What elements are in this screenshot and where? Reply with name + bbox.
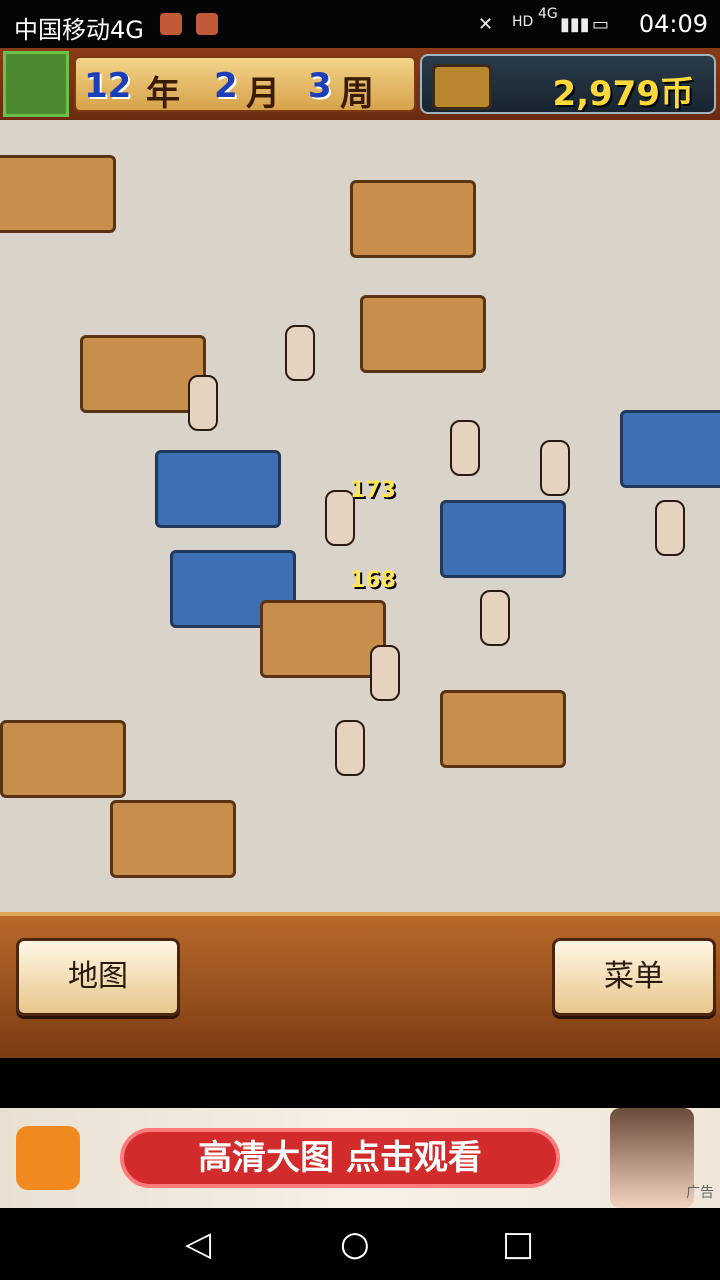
villager[interactable] — [285, 325, 315, 381]
menu-button[interactable]: 菜单 — [552, 938, 716, 1016]
top-hud: 12 年 2 月 3 周 2,979币 — [0, 48, 720, 120]
house[interactable] — [440, 690, 566, 768]
network-type: 4G — [538, 6, 558, 22]
house[interactable] — [350, 180, 476, 258]
treasure-chest-icon — [432, 64, 492, 110]
ad-image[interactable] — [610, 1108, 694, 1208]
villager[interactable] — [480, 590, 510, 646]
week-value: 3 — [308, 66, 332, 106]
snowman-icon[interactable] — [3, 51, 69, 117]
villager[interactable] — [450, 420, 480, 476]
map-button[interactable]: 地图 — [16, 938, 180, 1016]
carrier-label: 中国移动4G — [14, 16, 144, 44]
house[interactable] — [110, 800, 236, 878]
house[interactable] — [260, 600, 386, 678]
year-value: 12 — [84, 66, 132, 106]
bottom-panel: 地图 菜单 — [0, 912, 720, 1062]
house[interactable] — [0, 720, 126, 798]
ad-banner[interactable]: 高清大图 点击观看 广告 — [0, 1108, 720, 1208]
android-nav-bar: ◁ ○ □ — [0, 1208, 720, 1280]
hd-icon: HD — [512, 14, 534, 30]
coin-value-label: 173 — [350, 478, 396, 503]
spacer — [0, 1058, 720, 1108]
year-unit: 年 — [146, 74, 180, 114]
villager[interactable] — [655, 500, 685, 556]
ad-tag: 广告 — [686, 1185, 714, 1201]
villager[interactable] — [188, 375, 218, 431]
coin-value-label: 168 — [350, 568, 396, 593]
month-value: 2 — [214, 66, 238, 106]
date-panel: 12 年 2 月 3 周 — [74, 56, 416, 114]
recent-apps-icon[interactable]: □ — [502, 1224, 534, 1264]
house[interactable] — [0, 155, 116, 233]
ad-banner-text[interactable]: 高清大图 点击观看 — [120, 1128, 560, 1188]
blue-roof-house[interactable] — [440, 500, 566, 578]
clock: 04:09 — [638, 10, 708, 38]
uc-browser-logo-icon[interactable] — [16, 1126, 80, 1190]
notification-icon — [196, 13, 218, 35]
signal-icon: ▮▮▮ — [560, 14, 590, 35]
money-amount: 2,979币 — [552, 74, 694, 114]
villager[interactable] — [370, 645, 400, 701]
home-icon[interactable]: ○ — [340, 1224, 370, 1264]
house[interactable] — [360, 295, 486, 373]
money-panel: 2,979币 — [420, 54, 716, 114]
mute-icon: ✕ — [478, 14, 494, 35]
villager[interactable] — [335, 720, 365, 776]
notification-icon — [160, 13, 182, 35]
month-unit: 月 — [246, 74, 280, 114]
game-map[interactable]: 173 168 — [0, 120, 720, 912]
back-icon[interactable]: ◁ — [185, 1224, 211, 1264]
status-bar: 中国移动4G ✕ HD 4G ▮▮▮ ▭ 04:09 — [0, 0, 720, 48]
villager[interactable] — [540, 440, 570, 496]
week-unit: 周 — [340, 74, 374, 114]
blue-roof-house[interactable] — [155, 450, 281, 528]
blue-roof-house[interactable] — [620, 410, 720, 488]
battery-icon: ▭ — [592, 14, 610, 35]
